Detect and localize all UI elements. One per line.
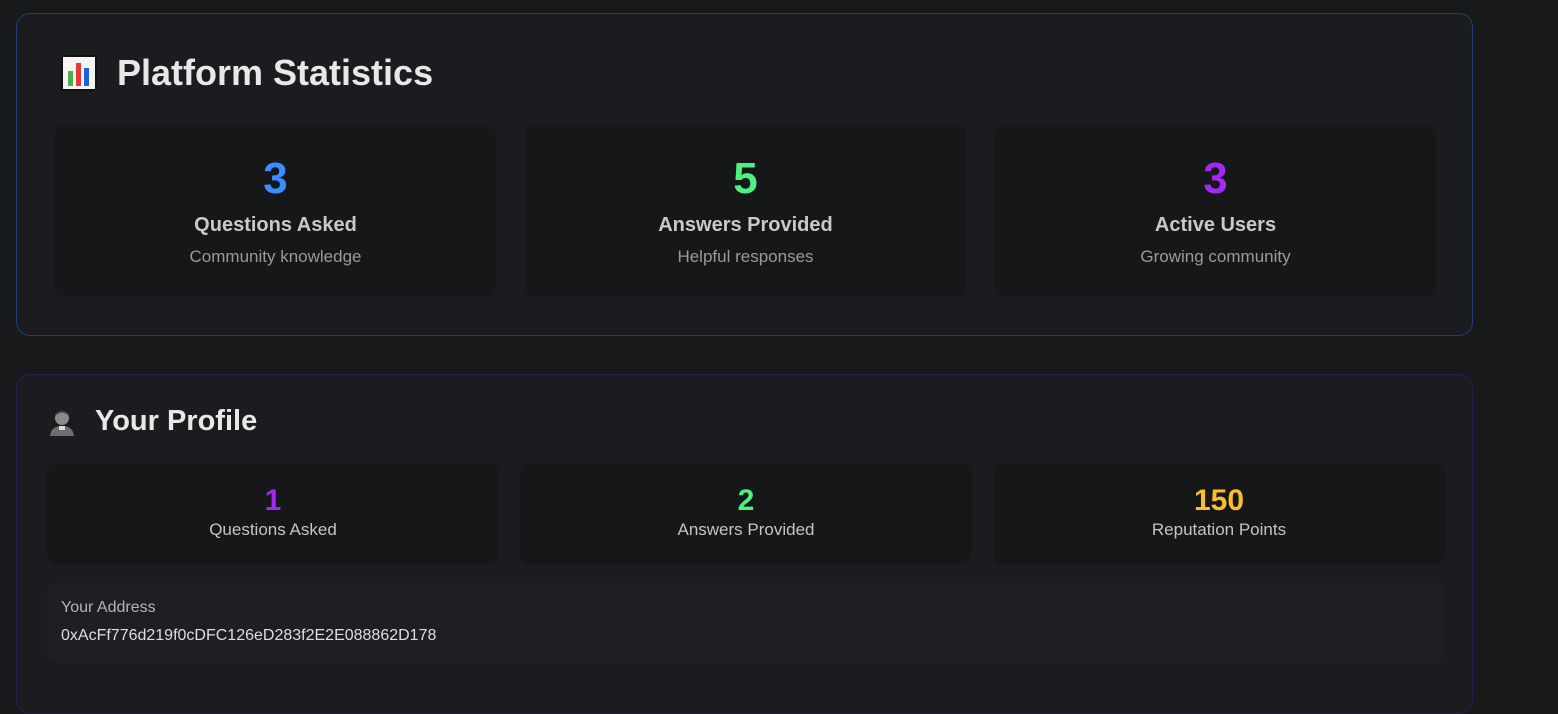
profile-label-answers: Answers Provided [677,520,815,539]
your-profile-title-text: Your Profile [95,405,258,437]
your-profile-title: Your Profile [47,405,257,438]
stat-label-users: Active Users [1154,214,1277,236]
stat-value-users: 3 [1203,154,1228,203]
stat-sublabel-questions: Community knowledge [189,247,362,266]
stat-value-questions: 3 [263,154,288,203]
stat-label-answers: Answers Provided [658,214,833,236]
stat-card-users: 3 Active Users Growing community [995,125,1436,297]
profile-card-questions: 1 Questions Asked [47,463,499,564]
stat-label-questions: Questions Asked [194,214,357,236]
platform-statistics-title-text: Platform Statistics [117,52,434,93]
address-label: Your Address [61,599,156,616]
profile-value-reputation: 150 [1193,484,1245,517]
user-avatar-icon [47,407,77,437]
profile-card-reputation: 150 Reputation Points [993,463,1445,564]
platform-statistics-panel: Platform Statistics 3 Questions Asked Co… [16,13,1473,336]
bar-chart-icon [61,55,97,91]
stat-sublabel-answers: Helpful responses [677,247,814,266]
profile-card-answers: 2 Answers Provided [520,463,972,564]
profile-value-answers: 2 [737,484,755,517]
stat-card-questions: 3 Questions Asked Community knowledge [55,125,496,297]
profile-label-questions: Questions Asked [209,520,337,539]
address-box: Your Address 0xAcFf776d219f0cDFC126eD283… [47,583,1445,663]
stat-value-answers: 5 [733,154,758,203]
profile-label-reputation: Reputation Points [1151,520,1287,539]
your-profile-panel: Your Profile 1 Questions Asked 2 Answers… [16,374,1473,714]
platform-statistics-title: Platform Statistics [61,52,433,94]
stat-card-answers: 5 Answers Provided Helpful responses [525,125,966,297]
stat-sublabel-users: Growing community [1140,247,1291,266]
wallet-address[interactable]: 0xAcFf776d219f0cDFC126eD283f2E2E088862D1… [61,627,436,645]
profile-value-questions: 1 [264,484,282,517]
